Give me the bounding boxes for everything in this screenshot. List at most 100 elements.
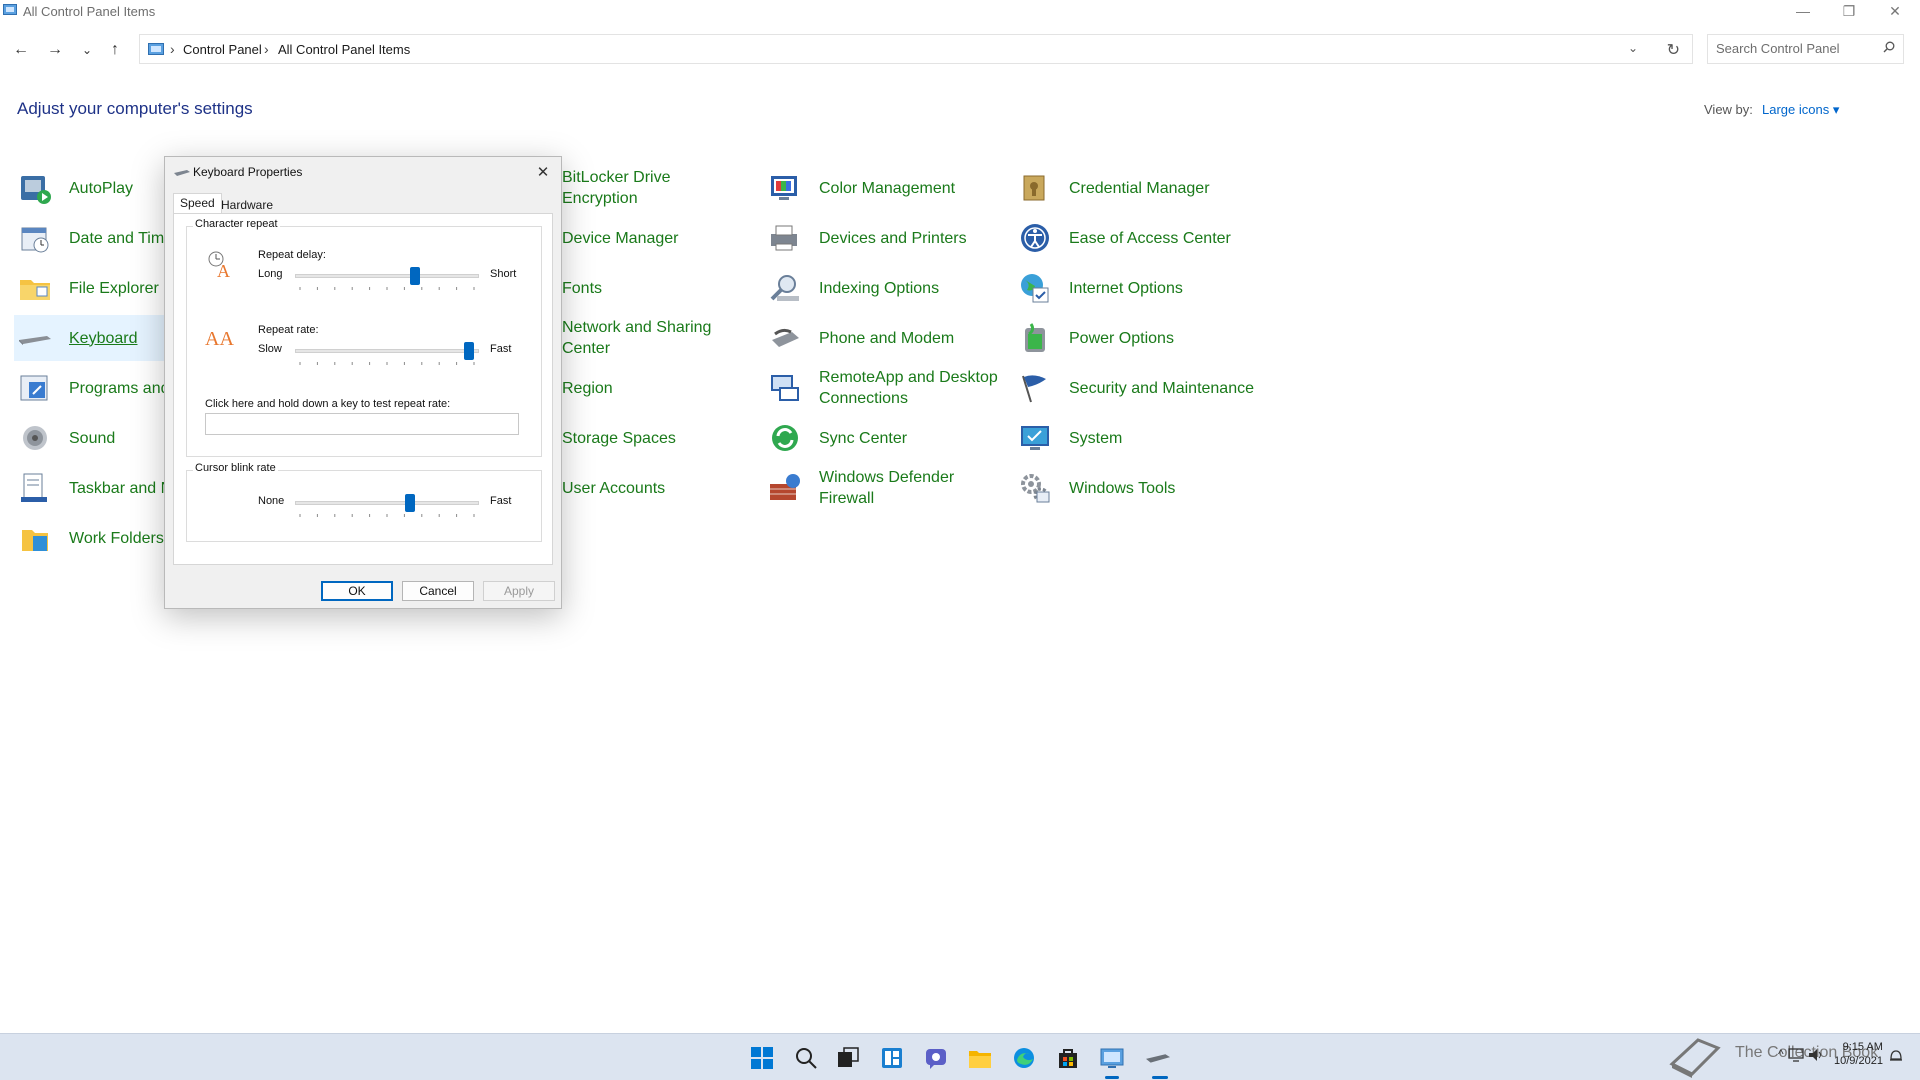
item-devices-and-printers[interactable]: Devices and Printers — [767, 215, 1007, 261]
search-icon[interactable] — [794, 1046, 818, 1070]
clock-date: 10/9/2021 — [1834, 1055, 1883, 1067]
item-phone-and-modem[interactable]: Phone and Modem — [767, 315, 1007, 361]
svg-text:A: A — [217, 261, 230, 279]
start-icon[interactable] — [750, 1046, 774, 1070]
control-panel-icon[interactable] — [1100, 1046, 1124, 1070]
book-watermark-icon — [1669, 1038, 1721, 1078]
dialog-close-button[interactable]: ✕ — [531, 160, 555, 184]
item-security-and-maintenance[interactable]: Security and Maintenance — [1017, 365, 1257, 411]
search-input[interactable] — [1714, 40, 1878, 57]
slider-thumb[interactable] — [405, 494, 415, 512]
accessibility-icon — [1021, 224, 1049, 252]
network-icon[interactable] — [1788, 1048, 1804, 1062]
task-view-icon[interactable] — [836, 1046, 860, 1070]
autoplay-icon — [21, 176, 51, 204]
search-icon[interactable] — [1883, 41, 1895, 53]
breadcrumb-all-items[interactable]: All Control Panel Items — [278, 42, 410, 57]
slider-thumb[interactable] — [410, 267, 420, 285]
cursor-blink-group: Cursor blink rate None Fast — [186, 462, 542, 542]
notification-icon[interactable] — [1888, 1048, 1904, 1064]
refresh-button[interactable]: ↻ — [1667, 40, 1680, 60]
recent-locations-button[interactable]: ⌄ — [74, 38, 100, 62]
clock-time: 9:15 AM — [1842, 1041, 1883, 1053]
tab-hardware[interactable]: Hardware — [215, 196, 279, 214]
group-label: Cursor blink rate — [193, 462, 278, 474]
item-internet-options[interactable]: Internet Options — [1017, 265, 1257, 311]
apply-button[interactable]: Apply — [483, 581, 555, 601]
breadcrumb-separator: › — [170, 41, 175, 57]
repeat-rate-icon: AA — [205, 328, 234, 349]
gear-icon — [1021, 474, 1050, 503]
item-remoteapp[interactable]: RemoteApp and Desktop Connections — [767, 365, 1007, 411]
ok-button[interactable]: OK — [321, 581, 393, 601]
test-repeat-input[interactable] — [205, 413, 519, 435]
phone-icon — [772, 328, 799, 347]
item-power-options[interactable]: Power Options — [1017, 315, 1257, 361]
back-button[interactable]: ← — [8, 38, 34, 62]
file-explorer-icon[interactable] — [968, 1046, 992, 1070]
store-icon[interactable] — [1056, 1046, 1080, 1070]
item-credential-manager[interactable]: Credential Manager — [1017, 165, 1257, 211]
window-title: All Control Panel Items — [23, 4, 156, 19]
breadcrumb-separator: › — [264, 41, 269, 57]
magnifier-icon — [770, 275, 799, 301]
breadcrumb-control-panel[interactable]: Control Panel — [183, 42, 262, 57]
keyboard-properties-dialog: Keyboard Properties ✕ Speed Hardware Cha… — [164, 156, 562, 609]
slider-thumb[interactable] — [464, 342, 474, 360]
character-repeat-group: Character repeat A Repeat delay: Long Sh… — [186, 218, 542, 457]
search-box[interactable] — [1707, 34, 1904, 64]
cancel-button[interactable]: Cancel — [402, 581, 474, 601]
up-button[interactable]: ↑ — [102, 38, 128, 62]
item-indexing-options[interactable]: Indexing Options — [767, 265, 1007, 311]
programs-icon — [20, 375, 48, 401]
svg-text:AA: AA — [205, 328, 234, 349]
sync-icon — [772, 425, 798, 451]
edge-browser-icon[interactable] — [1012, 1046, 1036, 1070]
slider-ticks — [299, 514, 475, 517]
item-system[interactable]: System — [1017, 415, 1257, 461]
clock[interactable]: 9:15 AM 10/9/2021 — [1834, 1040, 1883, 1068]
volume-icon[interactable] — [1808, 1048, 1824, 1062]
test-repeat-label: Click here and hold down a key to test r… — [205, 398, 451, 410]
item-sync-center[interactable]: Sync Center — [767, 415, 1007, 461]
slider-ticks — [299, 287, 475, 290]
work-folders-icon — [22, 530, 48, 551]
repeat-rate-label: Repeat rate: — [258, 324, 319, 336]
repeat-delay-slider[interactable] — [295, 265, 479, 295]
restore-button[interactable]: ❐ — [1826, 0, 1872, 22]
cursor-blink-slider[interactable] — [295, 492, 479, 522]
repeat-delay-label: Repeat delay: — [258, 249, 326, 261]
repeat-rate-slider[interactable] — [295, 340, 479, 370]
dialog-title: Keyboard Properties — [193, 165, 303, 179]
speaker-icon — [23, 426, 47, 450]
chat-icon[interactable] — [924, 1046, 948, 1070]
speed-tab-panel: Character repeat A Repeat delay: Long Sh… — [173, 213, 553, 565]
folder-options-icon — [20, 280, 50, 300]
widgets-icon[interactable] — [880, 1046, 904, 1070]
printer-icon — [771, 225, 797, 251]
close-window-button[interactable]: ✕ — [1872, 0, 1918, 22]
keyboard-icon — [19, 336, 51, 345]
forward-button[interactable]: → — [42, 38, 68, 62]
color-management-icon — [771, 176, 797, 200]
active-window-indicator — [1152, 1076, 1168, 1079]
address-bar[interactable]: › Control Panel › All Control Panel Item… — [139, 34, 1693, 64]
view-by-label: View by: — [1704, 102, 1753, 117]
item-ease-of-access[interactable]: Ease of Access Center — [1017, 215, 1257, 261]
item-windows-defender-firewall[interactable]: Windows Defender Firewall — [767, 465, 1007, 511]
taskbar-icon — [21, 473, 47, 502]
minimize-button[interactable]: — — [1780, 0, 1826, 22]
item-windows-tools[interactable]: Windows Tools — [1017, 465, 1257, 511]
keyboard-icon[interactable] — [1146, 1046, 1170, 1070]
address-dropdown-button[interactable]: ⌄ — [1628, 41, 1638, 55]
control-panel-icon — [3, 4, 17, 15]
computer-icon — [1021, 426, 1049, 450]
item-color-management[interactable]: Color Management — [767, 165, 1007, 211]
remote-desktop-icon — [771, 375, 799, 401]
keyboard-icon — [174, 170, 190, 176]
control-panel-icon — [148, 43, 164, 55]
taskbar: The Collection Book ^ 9:15 AM 10/9/2021 — [0, 1033, 1920, 1080]
view-by-dropdown[interactable]: Large icons ▾ — [1762, 102, 1839, 118]
tray-chevron-icon[interactable]: ^ — [1778, 1047, 1784, 1061]
item-keyboard[interactable]: Keyboard — [14, 315, 166, 361]
